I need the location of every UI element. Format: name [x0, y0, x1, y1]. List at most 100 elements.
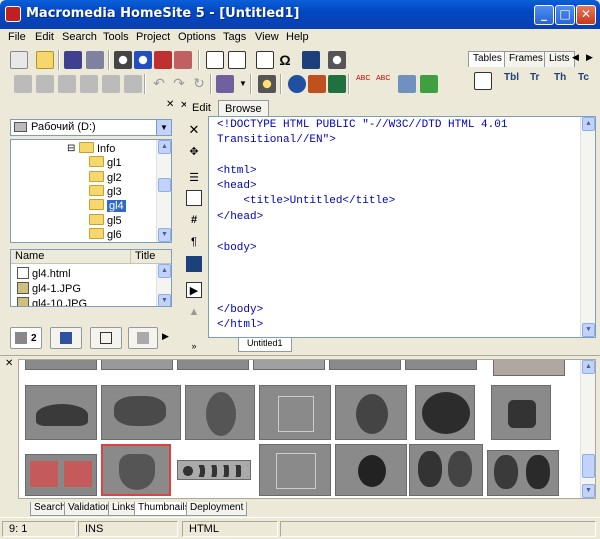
redo-icon[interactable]: ↷: [170, 75, 188, 93]
replace-in-files-icon[interactable]: [174, 51, 192, 69]
scroll-up-icon[interactable]: ▲: [158, 140, 171, 154]
editor-scrollbar[interactable]: ▲ ▼: [580, 117, 595, 337]
clear-icon[interactable]: [102, 75, 120, 93]
move-icon[interactable]: ✥: [186, 144, 202, 160]
tabs-next-icon[interactable]: ▶: [162, 331, 169, 342]
list-icon[interactable]: ☰: [186, 170, 202, 186]
thumbnail-scrollbar[interactable]: ▲ ▼: [580, 360, 595, 498]
tab-frames[interactable]: Frames: [504, 51, 548, 67]
thumbnail[interactable]: [329, 360, 401, 370]
image-map-icon[interactable]: [328, 75, 346, 93]
thumbnail[interactable]: [177, 460, 251, 480]
spell-check-all-icon[interactable]: ABC: [376, 75, 394, 93]
table-cell-icon[interactable]: Tc: [578, 72, 596, 90]
close-button[interactable]: ✕: [576, 5, 596, 25]
hash-icon[interactable]: #: [186, 212, 202, 228]
table-header-icon[interactable]: Th: [554, 72, 572, 90]
thumbnail[interactable]: [101, 360, 173, 370]
copy-icon[interactable]: [36, 75, 54, 93]
color-palette-icon[interactable]: [308, 75, 326, 93]
undo-icon[interactable]: ↶: [150, 75, 168, 93]
menu-view[interactable]: View: [255, 31, 279, 43]
menu-help[interactable]: Help: [286, 31, 309, 43]
tab-snippets[interactable]: [128, 327, 158, 349]
column-header-name[interactable]: Name: [11, 250, 131, 264]
menu-project[interactable]: Project: [136, 31, 170, 43]
open-file-icon[interactable]: [36, 51, 54, 69]
scroll-up-icon[interactable]: ▲: [582, 360, 595, 374]
maximize-button[interactable]: □: [555, 5, 575, 25]
table-wizard-icon[interactable]: [474, 72, 492, 90]
thumbnail[interactable]: [185, 385, 255, 440]
page-icon[interactable]: [186, 190, 202, 206]
menu-tools[interactable]: Tools: [103, 31, 129, 43]
tree-item-info[interactable]: Info: [79, 142, 115, 156]
tab-tables[interactable]: Tables: [468, 51, 507, 67]
tree-item-gl1[interactable]: gl1: [89, 156, 122, 170]
scroll-down-icon[interactable]: ▼: [158, 228, 171, 242]
preview-icon[interactable]: [328, 51, 346, 69]
tag-inspector-icon[interactable]: [258, 75, 276, 93]
scroll-down-icon[interactable]: ▼: [582, 323, 595, 337]
thumbnail[interactable]: [409, 444, 483, 496]
file-item[interactable]: gl4.html: [17, 267, 71, 281]
scroll-down-icon[interactable]: ▼: [158, 294, 171, 306]
thumbnail[interactable]: [25, 454, 97, 496]
tab-deployment[interactable]: Deployment: [186, 502, 248, 516]
menu-search[interactable]: Search: [62, 31, 97, 43]
find-icon[interactable]: [114, 51, 132, 69]
menu-file[interactable]: File: [8, 31, 26, 43]
close-document-icon[interactable]: ✕: [186, 122, 202, 138]
verify-links-icon[interactable]: [420, 75, 438, 93]
indent-icon[interactable]: ▲: [186, 304, 202, 320]
replace-icon[interactable]: [134, 51, 152, 69]
thumbnail[interactable]: [491, 385, 551, 440]
thumbnail[interactable]: [415, 385, 475, 440]
menu-edit[interactable]: Edit: [35, 31, 54, 43]
thumbnail[interactable]: [177, 360, 249, 370]
browse-icon[interactable]: [302, 51, 320, 69]
minimize-button[interactable]: _: [534, 5, 554, 25]
code-editor[interactable]: <!DOCTYPE HTML PUBLIC "-//W3C//DTD HTML …: [208, 116, 596, 338]
paste-special-icon[interactable]: [80, 75, 98, 93]
select-all-icon[interactable]: [124, 75, 142, 93]
monitor-icon[interactable]: [186, 256, 202, 272]
collapse-icon[interactable]: ⊟: [67, 143, 75, 154]
file-list-scrollbar[interactable]: ▲ ▼: [156, 264, 171, 306]
table-icon[interactable]: Tbl: [504, 72, 522, 90]
scroll-down-icon[interactable]: ▼: [582, 484, 595, 498]
thumbnail[interactable]: [101, 385, 181, 440]
new-file-icon[interactable]: [10, 51, 28, 69]
tabs-prev-icon[interactable]: ◀: [572, 52, 579, 63]
paste-icon[interactable]: [58, 75, 76, 93]
tree-item-gl4[interactable]: gl4: [89, 199, 126, 213]
tag-tree-icon[interactable]: [256, 51, 274, 69]
validate-icon[interactable]: [398, 75, 416, 93]
scroll-up-icon[interactable]: ▲: [158, 264, 171, 278]
settings-icon[interactable]: [288, 75, 306, 93]
special-characters-icon[interactable]: Ω: [276, 51, 294, 69]
tab-site-view[interactable]: [90, 327, 122, 349]
tab-files[interactable]: 2: [10, 327, 42, 349]
tree-scrollbar[interactable]: ▲ ▼: [156, 140, 171, 242]
menu-tags[interactable]: Tags: [223, 31, 246, 43]
paragraph-icon[interactable]: ¶: [186, 234, 202, 250]
scroll-up-icon[interactable]: ▲: [582, 117, 595, 131]
document-tab[interactable]: Untitled1: [238, 338, 292, 352]
thumbnail[interactable]: [259, 444, 331, 496]
thumbnail[interactable]: [25, 360, 97, 370]
thumbnail[interactable]: [335, 385, 407, 440]
results-close-icon[interactable]: ✕: [5, 358, 13, 369]
menu-options[interactable]: Options: [178, 31, 216, 43]
panel-close-icon[interactable]: ✕: [166, 99, 174, 110]
spell-check-icon[interactable]: ABC: [356, 75, 374, 93]
thumbnail[interactable]: [101, 444, 171, 496]
play-icon[interactable]: ▶: [186, 282, 202, 298]
thumbnail[interactable]: [259, 385, 331, 440]
save-icon[interactable]: [64, 51, 82, 69]
code-template-icon[interactable]: [216, 75, 234, 93]
tab-projects[interactable]: [50, 327, 82, 349]
tabs-next-icon[interactable]: ▶: [586, 52, 593, 63]
tab-lists[interactable]: Lists: [544, 51, 575, 67]
cut-icon[interactable]: [14, 75, 32, 93]
